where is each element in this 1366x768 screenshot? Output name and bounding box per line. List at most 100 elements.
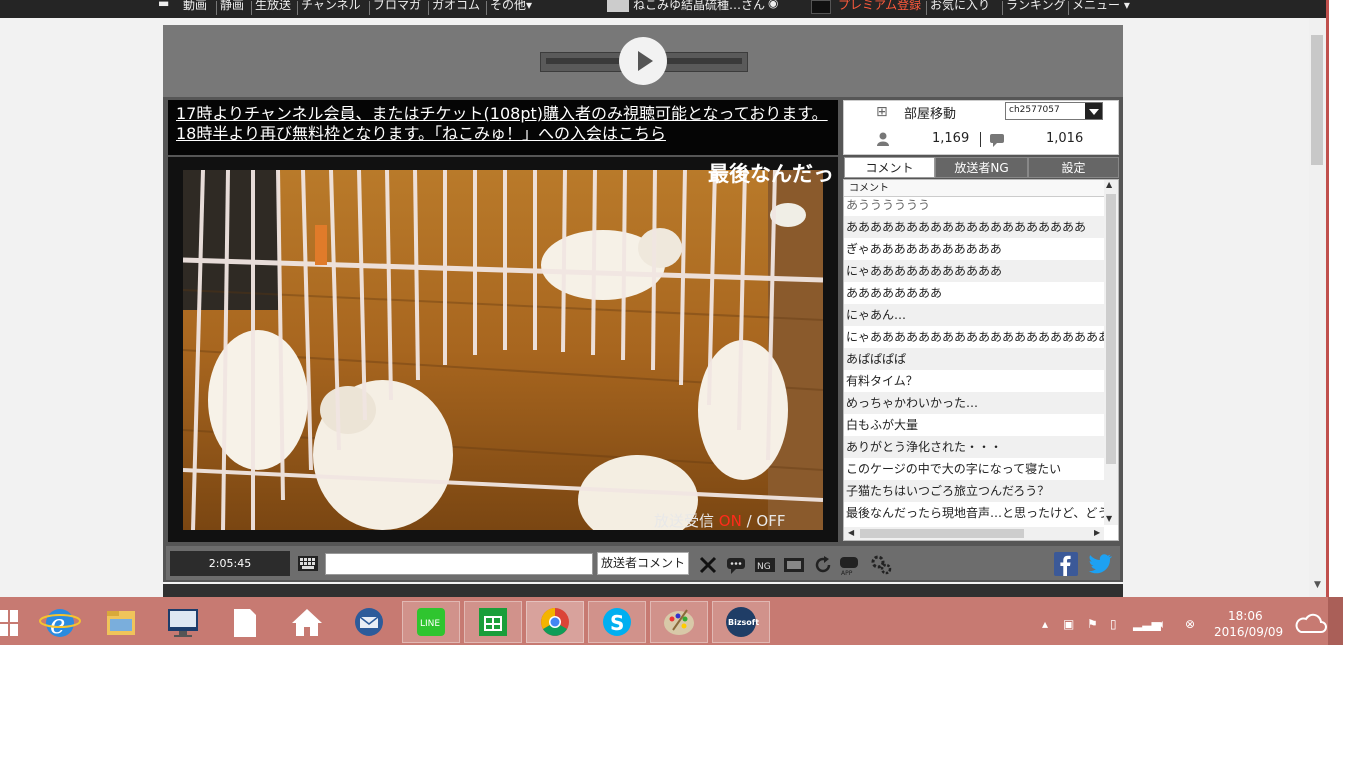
page-scrollbar-thumb[interactable]: [1311, 35, 1323, 165]
viewer-count: 1,169: [932, 131, 970, 146]
keyboard-icon[interactable]: [298, 556, 318, 571]
file-explorer-icon[interactable]: [98, 601, 144, 643]
nav-item-gaocom[interactable]: ガオコム: [432, 0, 480, 13]
comment-bubble-icon: [990, 134, 1004, 147]
notice-line-1[interactable]: 17時よりチャンネル会員、またはチケット(108pt)購入者のみ視聴可能となって…: [176, 104, 828, 123]
twitter-share-icon[interactable]: [1087, 552, 1113, 576]
comment-hide-icon[interactable]: [697, 554, 719, 576]
comment-row[interactable]: にゃあああああああああああああああああああああああああああ: [844, 326, 1104, 348]
tray-date[interactable]: 2016/09/09: [1214, 625, 1283, 639]
notice-line-2[interactable]: 18時半より再び無料枠となります。「ねこみゅ！」への入会はこちら: [176, 124, 666, 143]
premium-signup-link[interactable]: プレミアム登録: [838, 0, 921, 13]
reload-icon[interactable]: [812, 554, 834, 576]
line-app-tile[interactable]: LINE: [402, 601, 460, 643]
play-icon[interactable]: [638, 51, 653, 71]
windows-start-icon[interactable]: [0, 608, 18, 638]
nav-item-live[interactable]: 生放送: [255, 0, 291, 13]
room-move-label: 部屋移動: [904, 107, 957, 122]
comment-row[interactable]: ありがとう浄化された・・・: [844, 436, 1104, 458]
nav-item-blomaga[interactable]: ブロマガ: [373, 0, 421, 13]
chevron-down-icon[interactable]: [1089, 109, 1099, 115]
page-footer-strip: [163, 584, 1123, 597]
tab-settings[interactable]: 設定: [1028, 157, 1119, 178]
paint-app-tile[interactable]: [650, 601, 708, 643]
user-name[interactable]: ねこみゆ結晶硫種…さん: [633, 0, 765, 13]
tab-comments[interactable]: コメント: [844, 157, 935, 178]
lenovo-icon[interactable]: [160, 601, 206, 643]
thunderbird-icon[interactable]: [346, 601, 392, 643]
screen-size-icon[interactable]: [783, 554, 805, 576]
comment-row[interactable]: ああああああああ: [844, 282, 1104, 304]
tray-app-icon[interactable]: ▣: [1063, 617, 1074, 631]
nav-divider: [369, 1, 370, 15]
cloud-icon[interactable]: [1293, 612, 1327, 634]
internet-explorer-icon[interactable]: e: [37, 601, 83, 643]
document-icon[interactable]: [222, 601, 268, 643]
comment-row[interactable]: あぱぱぱぱ: [844, 348, 1104, 370]
nav-item-video[interactable]: 動画: [183, 0, 207, 13]
tray-expand-icon[interactable]: ▴: [1042, 617, 1048, 631]
comment-row[interactable]: にゃあん…: [844, 304, 1104, 326]
nav-logo-icon[interactable]: ▬: [158, 0, 169, 10]
notice-banner[interactable]: 17時よりチャンネル会員、またはチケット(108pt)購入者のみ視聴可能となって…: [168, 100, 838, 155]
nav-divider: [428, 1, 429, 15]
action-center-flag-icon[interactable]: ⚑: [1087, 617, 1098, 631]
close-circle-icon[interactable]: ⊗: [1185, 617, 1195, 631]
broadcast-status-toggle[interactable]: 放送受信 ON / OFF: [654, 510, 785, 531]
app-gamepad-icon[interactable]: APP: [838, 554, 860, 576]
ranking-link[interactable]: ランキング: [1006, 0, 1066, 13]
chrome-app-tile[interactable]: [526, 601, 584, 643]
owner-comment-button[interactable]: 放送者コメント: [597, 552, 689, 575]
store-app-tile[interactable]: [464, 601, 522, 643]
svg-text:NG: NG: [757, 562, 771, 572]
comment-row[interactable]: にゃあああああああああああ: [844, 260, 1104, 282]
battery-icon[interactable]: ▯: [1110, 617, 1117, 631]
comment-row[interactable]: 有料タイム？: [844, 370, 1104, 392]
scroll-down-arrow-icon[interactable]: ▼: [1310, 580, 1325, 594]
broadcast-off-option[interactable]: / OFF: [742, 512, 786, 530]
nav-divider: [1002, 1, 1003, 15]
scroll-up-arrow-icon[interactable]: ▲: [1106, 180, 1112, 189]
scroll-down-arrow-icon[interactable]: ▼: [1106, 514, 1112, 523]
tab-owner-ng[interactable]: 放送者NG: [935, 157, 1028, 178]
scroll-right-arrow-icon[interactable]: ▶: [1094, 528, 1100, 537]
comment-row[interactable]: ああああああああああああああああああああ: [844, 216, 1104, 238]
site-nav-bar: ▬ 動画 静画 生放送 チャンネル ブロマガ ガオコム その他▾ ねこみゆ結晶硫…: [0, 0, 1328, 18]
bizsoft-app-tile[interactable]: Bizsoft: [712, 601, 770, 643]
gear-icon[interactable]: [870, 554, 892, 576]
svg-text:Bizsoft: Bizsoft: [728, 618, 759, 627]
menu-link[interactable]: メニュー ▾: [1072, 0, 1130, 13]
tray-time[interactable]: 18:06: [1228, 609, 1263, 623]
nav-item-image[interactable]: 静画: [220, 0, 244, 13]
facebook-share-icon[interactable]: [1054, 552, 1078, 576]
line-icon: LINE: [417, 608, 445, 636]
comment-row[interactable]: このケージの中で大の字になって寝たい: [844, 458, 1104, 480]
comment-column-header[interactable]: コメント: [844, 180, 1104, 197]
network-signal-icon[interactable]: ▂▃▅: [1133, 617, 1161, 631]
nav-divider: [486, 1, 487, 15]
volume-icon[interactable]: 🔈︎: [1159, 617, 1166, 632]
broadcast-on-option[interactable]: ON: [719, 512, 742, 530]
home-icon[interactable]: [284, 601, 330, 643]
comment-row[interactable]: ぎゃあああああああああああ: [844, 238, 1104, 260]
user-badge-icon: ◉: [768, 0, 779, 10]
scroll-left-arrow-icon[interactable]: ◀: [848, 528, 854, 537]
video-stream[interactable]: [183, 170, 823, 530]
ng-settings-icon[interactable]: NG: [754, 554, 776, 576]
comment-input[interactable]: [325, 553, 593, 575]
comment-row[interactable]: めっちゃかわいかった…: [844, 392, 1104, 414]
speech-bubble-icon[interactable]: [725, 554, 747, 576]
comment-row[interactable]: 白もふが大量: [844, 414, 1104, 436]
comment-row[interactable]: あうううううう: [844, 197, 1104, 213]
comment-row[interactable]: 最後なんだったら現地音声…と思ったけど、どうなんだろう: [844, 502, 1104, 524]
nav-item-channel[interactable]: チャンネル: [301, 0, 361, 13]
nav-item-other[interactable]: その他▾: [490, 0, 532, 13]
favorites-link[interactable]: お気に入り: [930, 0, 990, 13]
comment-list-hscrollbar-thumb[interactable]: [860, 529, 1024, 538]
room-move-icon: ⊞: [876, 104, 888, 120]
comment-row[interactable]: 子猫たちはいつごろ旅立つんだろう？: [844, 480, 1104, 502]
skype-app-tile[interactable]: S: [588, 601, 646, 643]
comment-list-scrollbar-thumb[interactable]: [1106, 194, 1116, 464]
avatar[interactable]: [607, 0, 629, 12]
windows-store-icon: [479, 608, 507, 636]
